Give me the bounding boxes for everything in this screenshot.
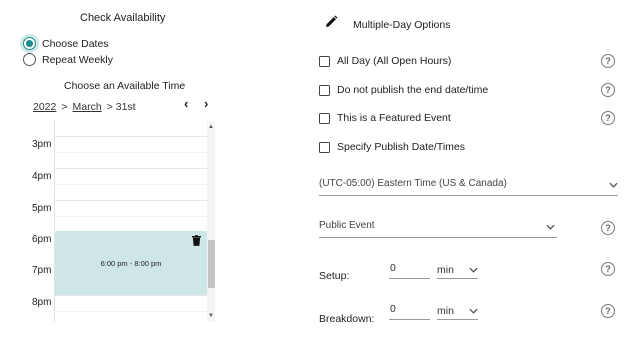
checkbox-publish-dates-label: Specify Publish Date/Times xyxy=(337,141,465,153)
breakdown-unit-select[interactable]: min xyxy=(437,303,478,320)
scroll-up-icon[interactable]: ▲ xyxy=(208,124,214,130)
hour-gridline xyxy=(54,295,207,296)
setup-label: Setup: xyxy=(319,270,350,282)
hour-label: 8pm xyxy=(32,297,52,308)
hour-label: 3pm xyxy=(32,139,52,150)
help-icon[interactable]: ? xyxy=(601,83,615,97)
breadcrumb-year[interactable]: 2022 xyxy=(33,101,56,113)
checkbox-no-end-date[interactable]: Do not publish the end date/time xyxy=(319,84,488,96)
checkbox[interactable] xyxy=(319,55,330,67)
breadcrumb: 2022 > March > 31st xyxy=(33,101,136,113)
chevron-down-icon xyxy=(469,267,478,273)
radio-choose-dates-label: Choose Dates xyxy=(42,37,109,50)
radio-repeat-weekly-label: Repeat Weekly xyxy=(42,53,114,66)
help-icon[interactable]: ? xyxy=(601,111,615,125)
help-icon[interactable]: ? xyxy=(601,262,615,276)
hour-label: 6pm xyxy=(32,234,52,245)
help-icon[interactable]: ? xyxy=(601,54,615,68)
setup-input[interactable]: 0 xyxy=(389,262,430,279)
timezone-value: (UTC-05:00) Eastern Time (US & Canada) xyxy=(319,178,507,189)
breakdown-input[interactable]: 0 xyxy=(389,303,430,320)
checkbox-featured-event-label: This is a Featured Event xyxy=(337,112,451,124)
visibility-value: Public Event xyxy=(319,220,375,231)
radio-repeat-weekly[interactable]: Repeat Weekly xyxy=(23,53,113,66)
breakdown-label: Breakdown: xyxy=(319,313,375,325)
radio-selected-indicator[interactable] xyxy=(23,37,36,50)
calendar-scrollbar[interactable] xyxy=(207,122,215,322)
setup-unit-value: min xyxy=(437,264,454,276)
checkbox[interactable] xyxy=(319,141,330,153)
chevron-down-icon xyxy=(609,182,618,188)
help-icon[interactable]: ? xyxy=(601,304,615,318)
prev-arrow-icon[interactable]: ‹ xyxy=(184,96,188,111)
next-arrow-icon[interactable]: › xyxy=(204,96,208,111)
multiple-day-options-title: Multiple-Day Options xyxy=(353,19,451,31)
help-icon[interactable]: ? xyxy=(601,221,615,235)
half-hour-gridline xyxy=(54,216,207,217)
checkbox-publish-dates[interactable]: Specify Publish Date/Times xyxy=(319,141,465,153)
checkbox-featured-event[interactable]: This is a Featured Event xyxy=(319,112,451,124)
half-hour-gridline xyxy=(54,311,207,312)
breadcrumb-separator: > xyxy=(61,101,68,113)
checkbox[interactable] xyxy=(319,112,330,124)
choose-time-subtitle: Choose an Available Time xyxy=(64,80,186,92)
checkbox-no-end-date-label: Do not publish the end date/time xyxy=(337,84,489,96)
hour-gridline xyxy=(54,136,207,137)
day-calendar[interactable]: 3pm 4pm 5pm 6pm 7pm 8pm 6:00 pm - 8:00 p… xyxy=(22,120,218,322)
check-availability-title: Check Availability xyxy=(80,12,166,24)
hour-label: 4pm xyxy=(32,171,52,182)
visibility-select[interactable]: Public Event xyxy=(319,220,557,238)
half-hour-gridline xyxy=(54,184,207,185)
checkbox-all-day-label: All Day (All Open Hours) xyxy=(337,55,452,67)
radio-unselected-indicator[interactable] xyxy=(23,53,36,66)
breadcrumb-month[interactable]: March xyxy=(73,101,102,113)
half-hour-gridline xyxy=(54,152,207,153)
hour-label: 5pm xyxy=(32,203,52,214)
pencil-icon xyxy=(326,15,338,27)
chevron-down-icon xyxy=(469,308,478,314)
radio-choose-dates[interactable]: Choose Dates xyxy=(23,37,109,50)
chevron-down-icon xyxy=(546,224,555,230)
breadcrumb-day: > 31st xyxy=(106,101,136,113)
breakdown-unit-value: min xyxy=(437,305,454,317)
event-block[interactable]: 6:00 pm - 8:00 pm xyxy=(55,231,207,295)
hour-label: 7pm xyxy=(32,265,52,276)
scrollbar-thumb[interactable] xyxy=(208,240,215,288)
timezone-select[interactable]: (UTC-05:00) Eastern Time (US & Canada) xyxy=(319,178,618,196)
scroll-down-icon[interactable]: ▼ xyxy=(208,313,214,319)
hour-gridline xyxy=(54,168,207,169)
checkbox[interactable] xyxy=(319,84,330,96)
hour-gridline xyxy=(54,200,207,201)
checkbox-all-day[interactable]: All Day (All Open Hours) xyxy=(319,55,451,67)
trash-icon[interactable] xyxy=(192,235,201,246)
setup-unit-select[interactable]: min xyxy=(437,262,478,279)
event-time-label: 6:00 pm - 8:00 pm xyxy=(100,258,162,268)
